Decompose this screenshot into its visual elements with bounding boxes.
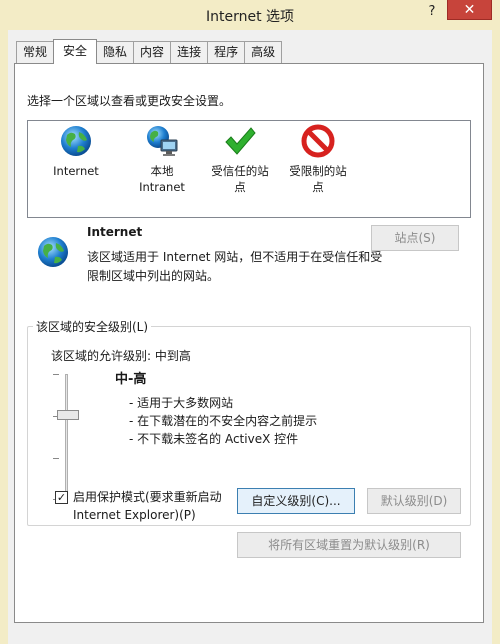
level-point: - 适用于大多数网站	[129, 396, 234, 410]
tab-security[interactable]: 安全	[53, 39, 98, 64]
check-icon	[225, 127, 256, 155]
zone-label-line2: Intranet	[139, 180, 185, 194]
zone-label: Internet	[53, 164, 99, 178]
protected-mode-label-line2: Internet Explorer)(P)	[73, 508, 196, 522]
security-level-slider-track[interactable]	[65, 374, 68, 500]
title-bar: Internet 选项 ? ✕	[0, 0, 500, 30]
zone-prompt: 选择一个区域以查看或更改安全设置。	[27, 94, 232, 108]
tab-strip: 常规 安全 隐私 内容 连接 程序 高级	[16, 39, 283, 64]
zone-trusted-sites[interactable]: 受信任的站 点	[202, 123, 278, 195]
zone-local-intranet[interactable]: 本地 Intranet	[124, 123, 200, 195]
zone-internet[interactable]: Internet	[38, 123, 114, 179]
level-point: - 在下载潜在的不安全内容之前提示	[129, 414, 318, 428]
close-button[interactable]: ✕	[447, 0, 492, 20]
zone-restricted-sites[interactable]: 受限制的站 点	[280, 123, 356, 195]
dialog-client: 常规 安全 隐私 内容 连接 程序 高级 选择一个区域以查看或更改安全设置。 I…	[8, 30, 492, 644]
zone-label: 受信任的站	[211, 164, 269, 178]
security-level-name: 中-高	[115, 372, 147, 387]
sites-button[interactable]: 站点(S)	[371, 225, 459, 251]
level-point: - 不下载未签名的 ActiveX 控件	[129, 432, 299, 446]
selected-zone-title: Internet	[87, 225, 143, 239]
protected-mode-label: 启用保护模式(要求重新启动 Internet Explorer)(P)	[73, 488, 243, 524]
security-level-slider-thumb[interactable]	[57, 410, 79, 420]
zone-label: 本地	[150, 164, 174, 178]
tab-programs[interactable]: 程序	[207, 41, 246, 63]
custom-level-button[interactable]: 自定义级别(C)...	[237, 488, 355, 514]
selected-zone-description: 该区域适用于 Internet 网站，但不适用于在受信任和受限制区域中列出的网站…	[87, 250, 383, 283]
window-frame-right	[492, 30, 500, 644]
slider-ticks	[53, 374, 83, 500]
zone-label: 受限制的站	[289, 164, 347, 178]
zone-list: Internet 本地 Intranet 受信任的站 点 受限制的站 点	[27, 120, 471, 218]
zone-label-line2: 点	[312, 180, 324, 194]
network-icon	[147, 126, 178, 156]
tab-privacy[interactable]: 隐私	[96, 41, 135, 63]
tab-advanced[interactable]: 高级	[244, 41, 283, 63]
security-tab-panel: 选择一个区域以查看或更改安全设置。 Internet 本地 Intranet 受…	[14, 63, 484, 623]
protected-mode-label-line1: 启用保护模式(要求重新启动	[73, 490, 222, 504]
tab-content[interactable]: 内容	[133, 41, 172, 63]
globe-icon	[38, 237, 68, 267]
window-frame-left	[0, 30, 8, 644]
tab-general[interactable]: 常规	[16, 41, 55, 63]
protected-mode-checkbox[interactable]: ✓	[55, 491, 68, 504]
restricted-icon	[301, 124, 335, 158]
zone-label-line2: 点	[234, 180, 246, 194]
default-level-button[interactable]: 默认级别(D)	[367, 488, 461, 514]
globe-icon	[61, 126, 91, 156]
reset-all-zones-button[interactable]: 将所有区域重置为默认级别(R)	[237, 532, 461, 558]
tab-connections[interactable]: 连接	[170, 41, 209, 63]
security-level-description: - 适用于大多数网站 - 在下载潜在的不安全内容之前提示 - 不下载未签名的 A…	[129, 394, 317, 448]
security-level-group-label: 该区域的安全级别(L)	[33, 318, 152, 335]
checkmark-icon: ✓	[56, 491, 67, 504]
allowed-level-text: 该区域的允许级别: 中到高	[51, 349, 191, 363]
help-button[interactable]: ?	[422, 2, 442, 22]
